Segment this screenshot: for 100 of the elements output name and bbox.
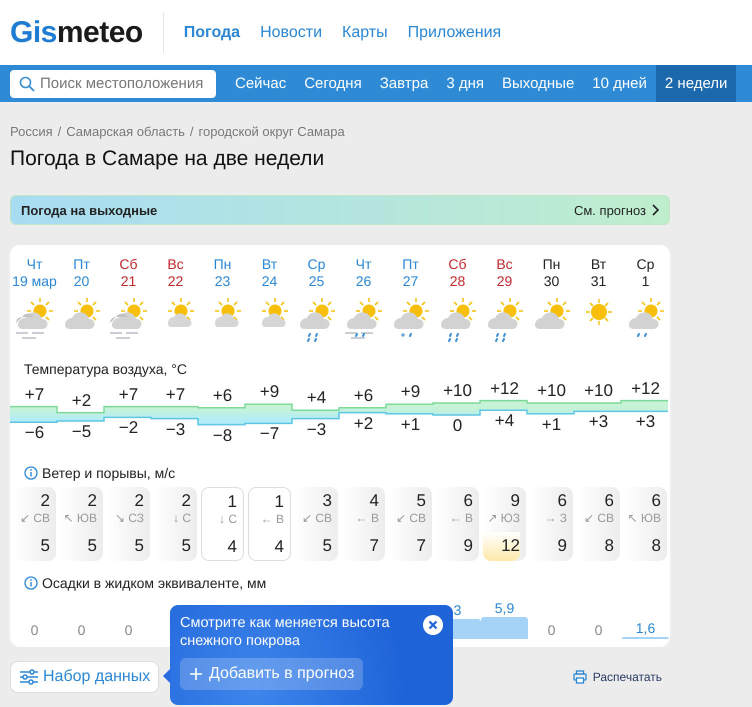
wind-speed: 1 [274, 492, 284, 512]
wind-speed: 9 [510, 491, 520, 511]
min-temperature: −2 [118, 418, 138, 438]
info-icon[interactable] [24, 576, 38, 590]
nav-link[interactable]: Карты [342, 24, 388, 42]
min-temperature: +3 [588, 412, 608, 432]
max-temperature: +10 [584, 381, 613, 401]
period-tab[interactable]: 3 дня [437, 65, 493, 102]
nav-link[interactable]: Погода [184, 24, 240, 42]
dataset-button[interactable]: Набор данных [10, 661, 160, 693]
weekday-label: Сб [448, 256, 467, 273]
date-label: 29 [496, 273, 512, 290]
max-temperature: +9 [400, 382, 420, 402]
wind-direction: ↙ СВ [584, 511, 614, 525]
max-temperature: +12 [631, 378, 660, 399]
min-temperature: −8 [212, 426, 232, 446]
breadcrumb-link[interactable]: городской округ Самара [198, 124, 345, 139]
min-temperature: +3 [636, 412, 656, 432]
banner-title: Погода на выходные [21, 202, 158, 218]
weekday-label: Вс [167, 256, 184, 273]
period-tab[interactable]: Сегодня [295, 65, 371, 102]
max-temperature: +10 [443, 381, 472, 401]
max-temperature: +7 [24, 384, 44, 405]
min-temperature: −3 [166, 420, 186, 440]
max-temperature: +2 [72, 390, 92, 411]
wind-gust: 5 [134, 535, 144, 557]
period-tab[interactable]: Выходные [493, 65, 584, 102]
weekday-label: Пн [214, 256, 232, 273]
weekday-label: Пт [402, 256, 419, 273]
forecast-link[interactable]: См. прогноз [574, 202, 659, 218]
weekday-label: Вт [262, 256, 278, 273]
wind-speed: 6 [464, 491, 473, 511]
precipitation-value: 0 [30, 622, 38, 639]
wind-gust: 7 [368, 535, 379, 557]
wind-gust: 4 [226, 536, 237, 558]
wind-direction: ↙ СВ [302, 511, 332, 525]
wind-gust: 5 [86, 535, 97, 557]
wind-gust: 7 [416, 535, 426, 557]
precipitation-value: 0 [124, 622, 132, 639]
wind-speed: 6 [604, 491, 614, 511]
precipitation-value: 0 [548, 622, 556, 639]
breadcrumb-link[interactable]: Россия [10, 124, 53, 139]
date-label: 23 [214, 273, 230, 290]
close-button[interactable] [423, 615, 443, 635]
search-field[interactable]: Поиск местоположения [10, 70, 216, 98]
wind-speed: 3 [322, 491, 332, 511]
wind-direction: ← В [260, 512, 284, 526]
date-label: 27 [402, 273, 418, 290]
wind-card[interactable]: 1 ← В 4 [248, 487, 291, 561]
sun-icon [584, 298, 612, 326]
wind-card[interactable]: 1 ↓ С 4 [201, 487, 244, 561]
max-temperature: +4 [306, 388, 326, 408]
period-tab[interactable]: Сейчас [226, 65, 296, 102]
weekend-banner[interactable]: Погода на выходные См. прогноз [10, 195, 670, 225]
wind-gust: 8 [650, 535, 661, 557]
print-link[interactable]: Распечатать [572, 670, 662, 684]
weekday-label: Пн [542, 256, 560, 273]
weekday-label: Сб [119, 256, 138, 273]
page-title: Погода в Самаре на две недели [10, 147, 326, 171]
breadcrumb-link[interactable]: Самарская область [66, 124, 185, 139]
wind-direction: ↘ СЗ [114, 511, 144, 525]
wind-direction: ↖ ЮВ [64, 511, 97, 525]
logo[interactable]: Gismeteo [10, 12, 164, 52]
precipitation-value: 1,6 [636, 620, 656, 637]
precipitation-value: 5,9 [494, 600, 514, 616]
wind-gust: 12 [483, 532, 520, 561]
min-temperature: +4 [494, 411, 514, 432]
wind-direction: ← В [450, 511, 473, 525]
period-tab[interactable]: Завтра [370, 65, 438, 102]
wind-direction: ← В [356, 511, 379, 525]
wind-direction: ↖ ЮВ [628, 511, 661, 525]
chevron-icon [651, 204, 659, 216]
weekday-label: Ср [308, 256, 326, 273]
date-label: 1 [642, 273, 650, 290]
max-temperature: +6 [212, 386, 232, 406]
printer-icon [572, 670, 587, 684]
date-label: 25 [308, 273, 324, 290]
wind-card[interactable]: 9 ↗ ЮЗ 12 [483, 487, 526, 561]
close-icon [428, 620, 438, 630]
min-temperature: −7 [260, 424, 280, 444]
max-temperature: +10 [537, 381, 566, 401]
min-temperature: −3 [306, 420, 326, 440]
max-temperature: +7 [166, 384, 186, 405]
min-temperature: +2 [354, 414, 374, 434]
nav-link[interactable]: Приложения [408, 24, 502, 42]
weekday-label: Ср [636, 256, 654, 273]
wind-gust: 9 [462, 535, 473, 557]
nav-link[interactable]: Новости [260, 24, 322, 42]
period-tab[interactable]: 10 дней [583, 65, 656, 102]
date-label: 31 [590, 273, 606, 290]
date-label: 26 [356, 273, 372, 290]
wind-speed: 2 [88, 491, 97, 511]
info-icon[interactable] [24, 466, 38, 480]
date-label: 19 мар [12, 273, 57, 290]
wind-direction: ↗ ЮЗ [487, 511, 520, 525]
wind-gust: 9 [556, 535, 567, 557]
min-temperature: +1 [542, 414, 562, 435]
max-temperature: +7 [118, 384, 138, 405]
weekday-label: Чт [356, 256, 372, 273]
period-tab[interactable]: 2 недели [656, 65, 736, 102]
